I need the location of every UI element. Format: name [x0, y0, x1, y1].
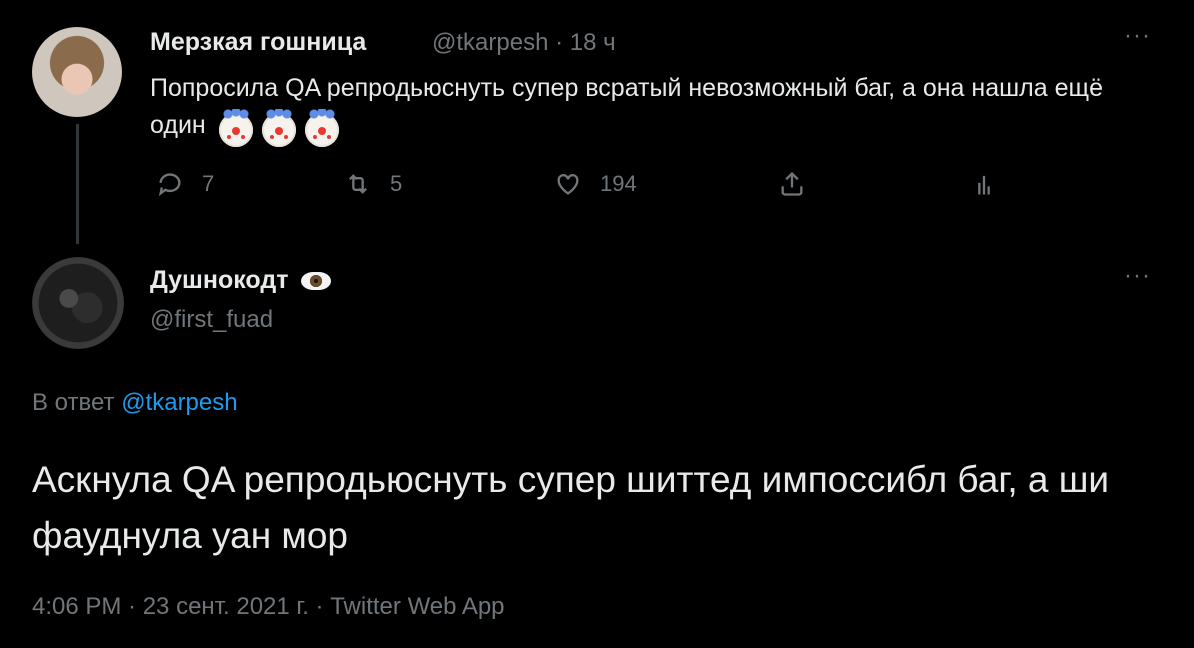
share-button[interactable]	[778, 170, 806, 198]
tweet-text: Попросила QA репродьюснуть супер всратый…	[150, 70, 1140, 148]
analytics-button[interactable]	[970, 170, 998, 198]
author-name-text: Душнокодт	[150, 266, 289, 294]
more-options-icon[interactable]: ···	[1124, 22, 1151, 50]
retweet-count: 5	[390, 171, 403, 196]
avatar[interactable]	[32, 27, 122, 117]
replying-prefix: В ответ	[32, 389, 115, 416]
tweet-actions: 7 5 194	[150, 170, 1010, 210]
like-button[interactable]: 194	[554, 170, 637, 198]
retweet-button[interactable]: 5	[344, 170, 402, 198]
tweet-timestamp[interactable]: 4:06 PM · 23 сент. 2021 г. · Twitter Web…	[32, 593, 505, 621]
share-icon	[781, 171, 803, 196]
avatar[interactable]	[32, 257, 124, 349]
author-name[interactable]: Мерзкая гошница	[150, 28, 366, 57]
author-handle-time[interactable]: @tkarpesh · 18 ч	[432, 29, 616, 57]
analytics-icon	[978, 175, 990, 195]
clown-face-icon	[218, 109, 253, 148]
like-count: 194	[600, 171, 637, 196]
replying-mention-link[interactable]: @tkarpesh	[121, 389, 237, 416]
tweet-text: Аскнула QA репродьюснуть супер шиттед им…	[32, 459, 1110, 556]
clown-face-icon	[261, 109, 296, 148]
emoji-group	[218, 109, 341, 148]
heart-icon	[557, 174, 579, 195]
eye-emoji-icon	[301, 272, 332, 291]
thread-connector-line	[76, 124, 79, 244]
clown-face-icon	[304, 109, 339, 148]
author-handle[interactable]: @first_fuad	[150, 306, 273, 334]
reply-icon	[158, 173, 181, 197]
reply-button[interactable]: 7	[156, 170, 214, 198]
author-name[interactable]: Душнокодт	[150, 266, 332, 295]
retweet-icon	[349, 174, 367, 194]
replying-to: В ответ @tkarpesh	[32, 389, 238, 417]
more-options-icon[interactable]: ···	[1124, 262, 1151, 290]
reply-count: 7	[202, 171, 215, 196]
